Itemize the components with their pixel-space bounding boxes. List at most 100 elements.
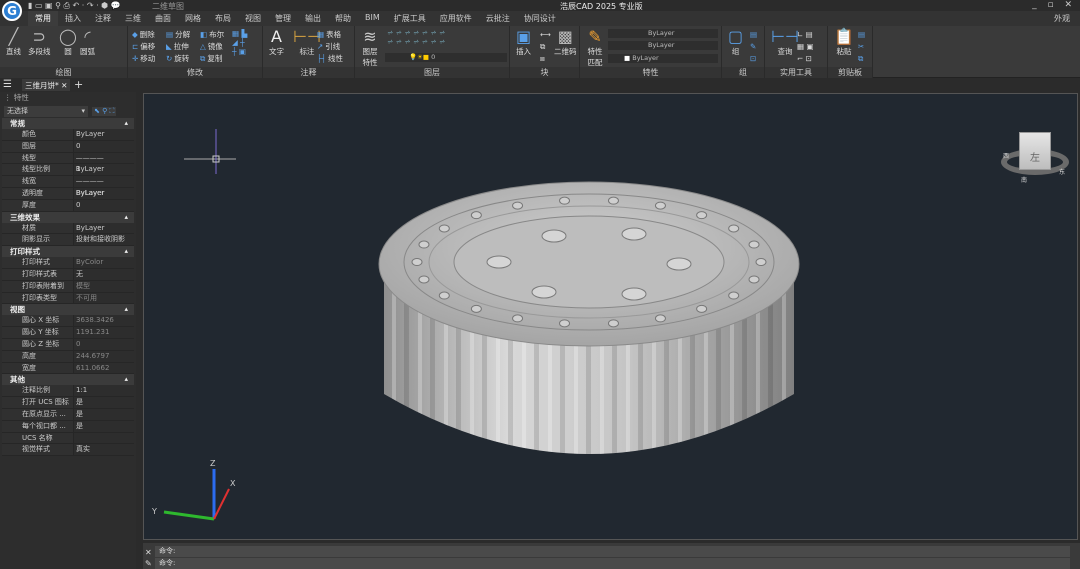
- property-value[interactable]: 3638.3426: [74, 315, 114, 326]
- property-value[interactable]: 1: [74, 164, 80, 175]
- layer-dropdown[interactable]: 💡☀■ 0: [385, 53, 507, 62]
- property-value[interactable]: 611.0662: [74, 363, 109, 374]
- group-button[interactable]: ▢ 组: [728, 28, 743, 57]
- compass-east[interactable]: 东: [1059, 167, 1065, 176]
- explode-button[interactable]: ▤ 分解: [166, 29, 190, 40]
- color-dropdown[interactable]: ByLayer: [608, 29, 718, 38]
- customize-icon[interactable]: ✎: [145, 559, 152, 568]
- property-row[interactable]: 颜色 ByLayer: [2, 129, 134, 141]
- property-value[interactable]: 1:1: [74, 385, 87, 396]
- modify-more-icons[interactable]: ▦ ▙ ◢ ┼ ┼ ▣: [232, 29, 247, 56]
- property-value[interactable]: ———— ByLayer: [74, 153, 134, 174]
- ribbon-tab[interactable]: 插入: [58, 11, 88, 26]
- layer-properties-button[interactable]: ≋ 图层特性: [359, 28, 381, 68]
- compass-south[interactable]: 南: [1021, 175, 1027, 184]
- tab-drawing[interactable]: 三维月饼* ✕: [22, 79, 71, 91]
- ribbon-tab[interactable]: 管理: [268, 11, 298, 26]
- section-header[interactable]: 其他: [2, 374, 134, 386]
- property-row[interactable]: 在原点显示 ... 是: [2, 408, 134, 421]
- ribbon-tab[interactable]: 三维: [118, 11, 148, 26]
- view-cube[interactable]: 左 西 南 东: [999, 129, 1074, 189]
- rotate-button[interactable]: ↻ 旋转: [166, 53, 189, 64]
- new-tab-icon[interactable]: +: [74, 78, 83, 91]
- query-button[interactable]: ⊢⊣ 查询: [771, 28, 799, 57]
- text-button[interactable]: A 文字: [269, 28, 284, 57]
- property-value[interactable]: 244.6797: [74, 351, 109, 362]
- properties-panel-label[interactable]: 特性: [580, 67, 721, 78]
- property-row[interactable]: 线型比例 1: [2, 164, 134, 177]
- property-row[interactable]: 圆心 X 坐标 3638.3426: [2, 315, 134, 328]
- property-value[interactable]: 0: [74, 200, 80, 211]
- property-value[interactable]: ———— ByLayer: [74, 176, 134, 197]
- copy-button[interactable]: ⧉ 复制: [200, 53, 222, 64]
- compass-west[interactable]: 西: [1003, 151, 1009, 160]
- quick-access-icons[interactable]: ▮ ▭ ▣ ⚲ ⎙ ↶ · ↷ · ⬢ 💬: [28, 1, 121, 11]
- window-controls[interactable]: _ ▫ ✕: [1032, 0, 1076, 10]
- property-row[interactable]: UCS 名称: [2, 432, 134, 445]
- property-row[interactable]: 图层 0: [2, 140, 134, 153]
- block-panel-label[interactable]: 块: [510, 67, 579, 78]
- layer-tool-icons[interactable]: ⩫ ⩫ ⩫ ⩫ ⩫ ⩫ ⩫ ⩫ ⩫ ⩫ ⩫ ⩫ ⩫ ⩫: [387, 28, 445, 46]
- ribbon-tab[interactable]: 曲面: [148, 11, 178, 26]
- section-header[interactable]: 三维效果: [2, 211, 134, 223]
- close-tab-icon[interactable]: ✕: [61, 81, 67, 90]
- view-cube-face[interactable]: 左: [1019, 132, 1051, 170]
- property-value[interactable]: 投射和接收阴影: [74, 234, 125, 245]
- property-value[interactable]: ByLayer: [74, 188, 104, 199]
- clipboard-tool-icons[interactable]: ▤ ✂ ⧉: [858, 29, 865, 65]
- boolean-button[interactable]: ◧ 布尔: [200, 29, 224, 40]
- ribbon-tab[interactable]: 扩展工具: [387, 11, 433, 26]
- line-button[interactable]: ╱ 直线: [6, 28, 21, 57]
- property-value[interactable]: 1191.231: [74, 327, 109, 338]
- ribbon-tab[interactable]: 注释: [88, 11, 118, 26]
- clipboard-panel-label[interactable]: 剪贴板: [828, 67, 872, 78]
- property-row[interactable]: 每个视口都 ... 是: [2, 420, 134, 433]
- property-row[interactable]: 打开 UCS 图标是: [2, 397, 134, 409]
- property-row[interactable]: 厚度 0: [2, 199, 134, 212]
- leader-button[interactable]: ↗ 引线: [317, 41, 340, 52]
- property-value[interactable]: 无: [74, 269, 83, 280]
- app-logo[interactable]: G: [2, 1, 22, 21]
- utilities-panel-label[interactable]: 实用工具: [765, 67, 827, 78]
- property-value[interactable]: 不可用: [74, 293, 97, 304]
- linetype-dropdown[interactable]: ByLayer: [608, 41, 718, 50]
- ribbon-tab[interactable]: 网格: [178, 11, 208, 26]
- stretch-button[interactable]: ◣ 拉伸: [166, 41, 189, 52]
- move-button[interactable]: ✛ 移动: [132, 53, 155, 64]
- ribbon-tab[interactable]: 视图: [238, 11, 268, 26]
- group-panel-label[interactable]: 组: [722, 67, 764, 78]
- property-value[interactable]: [74, 433, 76, 444]
- property-row[interactable]: 打印样式表无: [2, 268, 134, 281]
- property-row[interactable]: 线型 ———— ByLayer: [2, 152, 134, 174]
- section-header[interactable]: 打印样式: [2, 246, 134, 258]
- modify-panel-label[interactable]: 修改: [128, 67, 262, 78]
- ribbon-tab[interactable]: 应用软件: [433, 11, 479, 26]
- draw-panel-label[interactable]: 绘图: [0, 67, 127, 78]
- ribbon-tab[interactable]: 布局: [208, 11, 238, 26]
- utility-tool-icons[interactable]: ∟ ▤ ▦ ▣ ⌐ ⊡: [797, 29, 814, 65]
- property-value[interactable]: ByColor: [74, 257, 103, 268]
- close-command-icon[interactable]: ✕: [145, 548, 152, 557]
- ribbon-tab[interactable]: 帮助: [328, 11, 358, 26]
- property-value[interactable]: 真实: [74, 444, 90, 455]
- layer-panel-label[interactable]: 图层: [355, 67, 509, 78]
- ribbon-tab[interactable]: BIM: [358, 11, 387, 26]
- match-properties-button[interactable]: ✎ 特性匹配: [584, 28, 606, 68]
- property-row[interactable]: 高度 244.6797: [2, 350, 134, 363]
- selection-dropdown[interactable]: 无选择 ▾: [4, 105, 88, 117]
- qrcode-button[interactable]: ▩ 二维码: [554, 28, 577, 57]
- erase-button[interactable]: ◆ 删除: [132, 29, 155, 40]
- property-value[interactable]: ByLayer: [74, 129, 104, 140]
- table-button[interactable]: ▦ 表格: [317, 29, 341, 40]
- property-row[interactable]: 透明度 ByLayer: [2, 187, 134, 200]
- section-header[interactable]: 视图: [2, 304, 134, 316]
- property-row[interactable]: 线宽 ———— ByLayer: [2, 176, 134, 197]
- property-value[interactable]: 是: [74, 397, 83, 408]
- lineweight-dropdown[interactable]: ■ ByLayer: [608, 54, 718, 63]
- property-row[interactable]: 阴影显示 投射和接收阴影: [2, 234, 134, 247]
- ribbon-tab[interactable]: 协同设计: [517, 11, 563, 26]
- mirror-button[interactable]: △ 镜像: [200, 41, 223, 52]
- drawing-viewport[interactable]: Z Y X 左 西 南 东: [143, 93, 1078, 540]
- property-value[interactable]: 是: [74, 421, 83, 432]
- selection-tool-icons[interactable]: ⬉ ⚲ ⛶: [92, 106, 117, 116]
